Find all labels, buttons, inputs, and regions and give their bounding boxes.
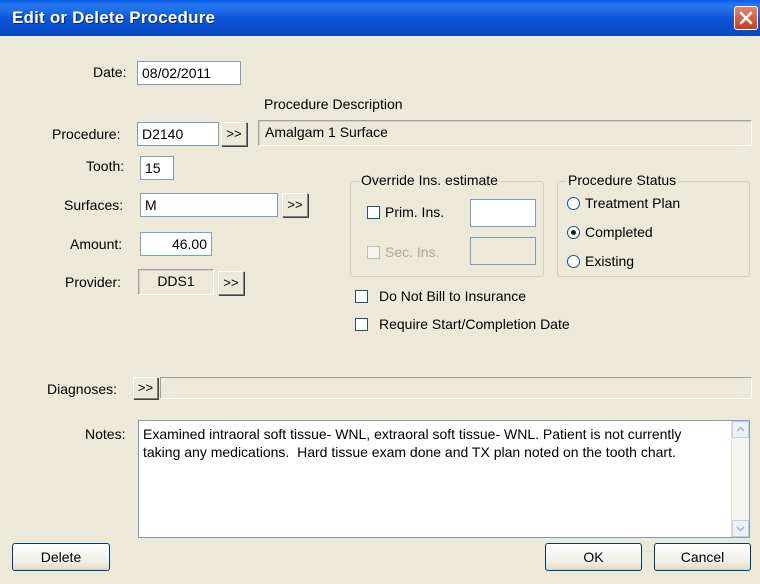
close-button[interactable] xyxy=(734,6,758,30)
do-not-bill-checkbox[interactable] xyxy=(355,290,368,303)
cancel-button[interactable]: Cancel xyxy=(654,543,751,571)
sec-ins-label: Sec. Ins. xyxy=(385,244,440,260)
tooth-label: Tooth: xyxy=(86,158,125,174)
close-icon xyxy=(739,11,753,25)
scroll-up-button[interactable] xyxy=(732,421,749,438)
notes-textarea[interactable]: Examined intraoral soft tissue- WNL, ext… xyxy=(138,420,750,538)
status-treatment-plan-radio[interactable] xyxy=(567,197,580,210)
date-label: Date: xyxy=(93,64,127,80)
notes-text: Examined intraoral soft tissue- WNL, ext… xyxy=(143,426,686,460)
status-completed-label: Completed xyxy=(585,224,653,240)
tooth-field[interactable]: 15 xyxy=(140,156,174,180)
diagnoses-picker-button[interactable]: >> xyxy=(133,377,158,399)
procedure-code-field[interactable]: D2140 xyxy=(137,122,219,146)
radio-selected-dot xyxy=(571,230,576,235)
title-bar: Edit or Delete Procedure xyxy=(0,0,760,36)
procedure-label: Procedure: xyxy=(52,126,121,142)
require-dates-checkbox[interactable] xyxy=(355,318,368,331)
date-field[interactable]: 08/02/2011 xyxy=(137,61,241,85)
delete-button[interactable]: Delete xyxy=(12,543,110,571)
prim-ins-label: Prim. Ins. xyxy=(385,204,445,220)
status-completed-radio[interactable] xyxy=(567,226,580,239)
procedure-status-legend: Procedure Status xyxy=(566,172,679,188)
chevron-up-icon xyxy=(736,426,745,432)
chevron-down-icon xyxy=(736,526,745,532)
provider-label: Provider: xyxy=(65,274,122,290)
notes-scrollbar[interactable] xyxy=(731,421,749,537)
do-not-bill-label: Do Not Bill to Insurance xyxy=(379,288,527,304)
amount-label: Amount: xyxy=(70,236,123,252)
prim-ins-field[interactable] xyxy=(470,199,536,227)
scroll-down-button[interactable] xyxy=(732,520,749,537)
prim-ins-checkbox[interactable] xyxy=(367,206,380,219)
status-treatment-plan-label: Treatment Plan xyxy=(585,195,681,211)
surfaces-picker-button[interactable]: >> xyxy=(282,193,308,217)
procedure-picker-button[interactable]: >> xyxy=(221,122,247,146)
surfaces-label: Surfaces: xyxy=(64,197,124,213)
sec-ins-checkbox xyxy=(367,246,380,259)
diagnoses-field xyxy=(160,377,752,399)
override-ins-legend: Override Ins. estimate xyxy=(359,172,500,188)
require-dates-label: Require Start/Completion Date xyxy=(379,316,570,332)
ok-button[interactable]: OK xyxy=(545,543,642,571)
notes-label: Notes: xyxy=(85,426,126,442)
surfaces-field[interactable]: M xyxy=(140,193,278,217)
status-existing-radio[interactable] xyxy=(567,255,580,268)
sec-ins-field xyxy=(470,237,536,265)
diagnoses-label: Diagnoses: xyxy=(47,381,118,397)
amount-field[interactable]: 46.00 xyxy=(140,232,212,256)
provider-picker-button[interactable]: >> xyxy=(218,271,244,295)
provider-field: DDS1 xyxy=(138,269,214,295)
window-title: Edit or Delete Procedure xyxy=(12,8,216,27)
status-existing-label: Existing xyxy=(585,253,635,269)
procedure-description-field: Amalgam 1 Surface xyxy=(258,120,752,146)
procedure-description-heading: Procedure Description xyxy=(264,96,403,112)
